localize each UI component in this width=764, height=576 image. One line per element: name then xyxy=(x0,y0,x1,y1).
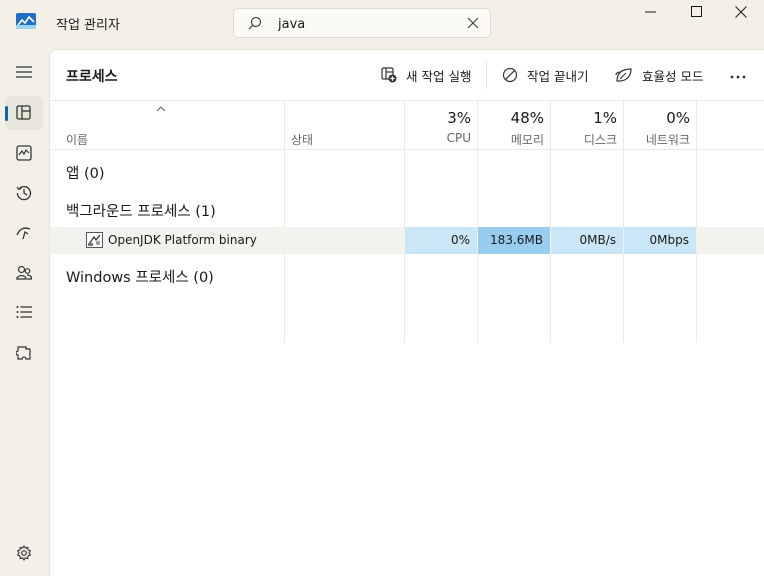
column-divider xyxy=(696,100,697,342)
network-total-percent: 0% xyxy=(666,109,690,127)
group-windows-header[interactable]: Windows 프로세스 (0) xyxy=(66,266,214,287)
more-options-button[interactable] xyxy=(730,68,746,82)
maximize-button[interactable] xyxy=(674,0,720,30)
minimize-icon xyxy=(645,11,656,13)
leaf-icon xyxy=(615,68,632,82)
search-icon xyxy=(248,16,262,30)
process-name: OpenJDK Platform binary xyxy=(108,233,257,247)
task-manager-app-icon xyxy=(16,13,36,29)
startup-apps-icon xyxy=(16,227,31,240)
toolbar-divider xyxy=(486,61,487,89)
nav-item-startup-apps[interactable] xyxy=(5,216,43,250)
table-row[interactable]: OpenJDK Platform binary 0% 183.6MB 0MB/s… xyxy=(50,227,764,254)
title-bar: 작업 관리자 xyxy=(0,0,764,48)
services-icon xyxy=(16,346,31,360)
run-new-task-label: 새 작업 실행 xyxy=(406,68,472,84)
minimize-button[interactable] xyxy=(628,0,674,30)
process-network-cell: 0Mbps xyxy=(624,227,696,254)
users-icon xyxy=(16,265,32,280)
more-options-icon xyxy=(730,75,746,79)
process-cpu-cell: 0% xyxy=(405,227,477,254)
nav-item-processes[interactable] xyxy=(5,96,43,130)
nav-item-users[interactable] xyxy=(5,256,43,290)
main-panel: 프로세스 새 작업 실행 작업 끝내기 효율성 모드 이름 상태 3% CPU … xyxy=(49,49,764,576)
column-header-status[interactable]: 상태 xyxy=(291,131,313,148)
column-header-name[interactable]: 이름 xyxy=(66,131,88,148)
search-box[interactable] xyxy=(233,8,491,38)
nav-item-settings[interactable] xyxy=(5,536,43,570)
nav-item-services[interactable] xyxy=(5,336,43,370)
efficiency-mode-label: 효율성 모드 xyxy=(642,68,704,84)
run-new-task-icon xyxy=(381,67,397,83)
efficiency-mode-button[interactable]: 효율성 모드 xyxy=(615,62,703,88)
close-button[interactable] xyxy=(718,0,764,30)
end-task-label: 작업 끝내기 xyxy=(527,68,589,84)
left-navigation xyxy=(0,48,49,576)
cpu-total-percent: 3% xyxy=(447,109,471,127)
column-divider xyxy=(284,100,285,342)
close-icon xyxy=(735,6,747,18)
settings-icon xyxy=(16,545,32,561)
group-background-header[interactable]: 백그라운드 프로세스 (1) xyxy=(66,200,216,221)
processes-icon xyxy=(16,105,31,120)
search-input[interactable] xyxy=(278,14,458,34)
sort-ascending-icon xyxy=(156,106,166,112)
maximize-icon xyxy=(691,6,702,17)
java-process-icon xyxy=(86,232,103,248)
end-task-button[interactable]: 작업 끝내기 xyxy=(502,62,588,88)
network-column-label: 네트워크 xyxy=(645,133,690,147)
memory-total-percent: 48% xyxy=(510,109,544,127)
end-task-icon xyxy=(502,67,518,83)
nav-item-details[interactable] xyxy=(5,296,43,330)
app-history-icon xyxy=(16,186,32,201)
page-title: 프로세스 xyxy=(66,69,118,85)
run-new-task-button[interactable]: 새 작업 실행 xyxy=(381,62,471,88)
process-disk-cell: 0MB/s xyxy=(551,227,623,254)
disk-total-percent: 1% xyxy=(593,109,617,127)
app-title: 작업 관리자 xyxy=(56,18,120,33)
performance-icon xyxy=(16,145,32,161)
group-apps-header[interactable]: 앱 (0) xyxy=(66,162,105,183)
memory-column-label: 메모리 xyxy=(510,133,544,147)
cpu-column-label: CPU xyxy=(446,131,471,145)
details-icon xyxy=(16,306,32,318)
nav-item-performance[interactable] xyxy=(5,136,43,170)
nav-menu-toggle[interactable] xyxy=(5,56,43,90)
clear-search-icon[interactable] xyxy=(467,17,479,29)
process-memory-cell: 183.6MB xyxy=(478,227,550,254)
disk-column-label: 디스크 xyxy=(583,133,617,147)
nav-item-app-history[interactable] xyxy=(5,176,43,210)
hamburger-menu-icon xyxy=(16,66,32,78)
